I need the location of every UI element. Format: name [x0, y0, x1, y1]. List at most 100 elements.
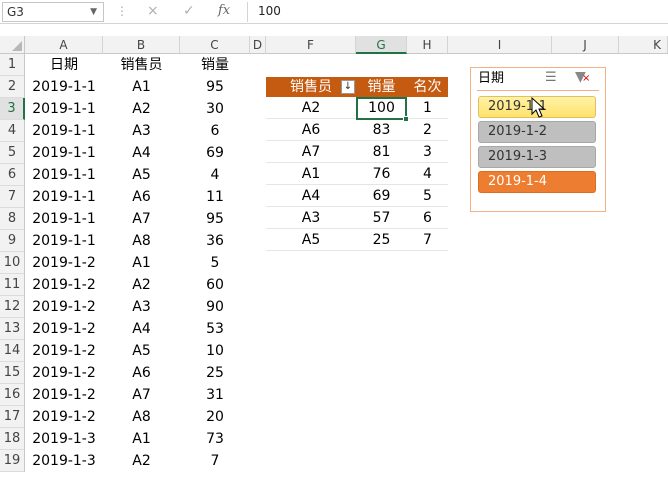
- slicer-item-2019-1-4[interactable]: 2019-1-4: [478, 171, 596, 193]
- active-cell-g3[interactable]: [356, 97, 407, 120]
- sort-filter-icon[interactable]: ↓: [341, 80, 355, 94]
- pivot-cell-sales[interactable]: 57: [356, 207, 407, 229]
- column-header-h[interactable]: H: [407, 36, 448, 54]
- source-cell-date[interactable]: 2019-1-1: [25, 142, 103, 164]
- source-cell-date[interactable]: 2019-1-2: [25, 340, 103, 362]
- pivot-cell-salesperson[interactable]: A5: [266, 229, 356, 251]
- source-cell-salesperson[interactable]: A6: [103, 362, 180, 384]
- source-cell-salesperson[interactable]: A7: [103, 384, 180, 406]
- row-header-3[interactable]: 3: [0, 98, 25, 120]
- pivot-cell-sales[interactable]: 69: [356, 185, 407, 207]
- pivot-cell-sales[interactable]: 81: [356, 141, 407, 163]
- source-cell-date[interactable]: 2019-1-2: [25, 296, 103, 318]
- row-header-14[interactable]: 14: [0, 340, 25, 362]
- source-cell-sales[interactable]: 95: [180, 208, 250, 230]
- source-cell-salesperson[interactable]: A6: [103, 186, 180, 208]
- row-header-2[interactable]: 2: [0, 76, 25, 98]
- select-all-corner[interactable]: [0, 36, 25, 54]
- pivot-cell-salesperson[interactable]: A7: [266, 141, 356, 163]
- source-cell-date[interactable]: 2019-1-2: [25, 274, 103, 296]
- source-cell-salesperson[interactable]: A3: [103, 296, 180, 318]
- slicer-item-2019-1-3[interactable]: 2019-1-3: [478, 146, 596, 168]
- source-cell-date[interactable]: 2019-1-1: [25, 120, 103, 142]
- enter-icon[interactable]: ✓: [183, 3, 195, 19]
- source-cell-sales[interactable]: 36: [180, 230, 250, 252]
- source-cell-salesperson[interactable]: A2: [103, 274, 180, 296]
- source-cell-sales[interactable]: 90: [180, 296, 250, 318]
- column-header-i[interactable]: I: [448, 36, 552, 54]
- source-cell-date[interactable]: 2019-1-2: [25, 384, 103, 406]
- pivot-cell-sales[interactable]: 25: [356, 229, 407, 251]
- source-cell-sales[interactable]: 60: [180, 274, 250, 296]
- source-cell-salesperson[interactable]: A4: [103, 142, 180, 164]
- column-header-j[interactable]: J: [552, 36, 619, 54]
- multi-select-icon[interactable]: ☰: [545, 70, 557, 85]
- row-header-19[interactable]: 19: [0, 450, 25, 472]
- pivot-cell-salesperson[interactable]: A3: [266, 207, 356, 229]
- pivot-cell-rank[interactable]: 5: [407, 185, 448, 207]
- column-header-k[interactable]: K: [619, 36, 668, 54]
- source-cell-salesperson[interactable]: A8: [103, 230, 180, 252]
- source-cell-date[interactable]: 2019-1-2: [25, 406, 103, 428]
- column-header-b[interactable]: B: [103, 36, 180, 54]
- source-cell-sales[interactable]: 53: [180, 318, 250, 340]
- row-header-17[interactable]: 17: [0, 406, 25, 428]
- pivot-cell-rank[interactable]: 1: [407, 97, 448, 119]
- source-cell-sales[interactable]: 7: [180, 450, 250, 472]
- row-header-10[interactable]: 10: [0, 252, 25, 274]
- column-header-c[interactable]: C: [180, 36, 250, 54]
- source-cell-salesperson[interactable]: A4: [103, 318, 180, 340]
- source-cell-date[interactable]: 2019-1-2: [25, 252, 103, 274]
- column-header-f[interactable]: F: [266, 36, 356, 54]
- pivot-cell-rank[interactable]: 4: [407, 163, 448, 185]
- source-cell-date[interactable]: 2019-1-2: [25, 318, 103, 340]
- row-header-7[interactable]: 7: [0, 186, 25, 208]
- source-cell-sales[interactable]: 95: [180, 76, 250, 98]
- pivot-cell-rank[interactable]: 7: [407, 229, 448, 251]
- source-cell-date[interactable]: 2019-1-3: [25, 450, 103, 472]
- source-cell-date[interactable]: 2019-1-3: [25, 428, 103, 450]
- source-cell-salesperson[interactable]: A5: [103, 164, 180, 186]
- row-header-6[interactable]: 6: [0, 164, 25, 186]
- pivot-cell-rank[interactable]: 2: [407, 119, 448, 141]
- source-cell-sales[interactable]: 20: [180, 406, 250, 428]
- source-cell-sales[interactable]: 73: [180, 428, 250, 450]
- pivot-cell-salesperson[interactable]: A6: [266, 119, 356, 141]
- source-cell-date[interactable]: 2019-1-1: [25, 186, 103, 208]
- row-header-1[interactable]: 1: [0, 54, 25, 76]
- pivot-cell-sales[interactable]: 76: [356, 163, 407, 185]
- source-cell-salesperson[interactable]: A1: [103, 76, 180, 98]
- slicer-item-2019-1-2[interactable]: 2019-1-2: [478, 121, 596, 143]
- column-header-g[interactable]: G: [356, 36, 407, 54]
- row-header-5[interactable]: 5: [0, 142, 25, 164]
- name-box[interactable]: G3 ▼: [2, 2, 104, 22]
- row-header-4[interactable]: 4: [0, 120, 25, 142]
- source-cell-salesperson[interactable]: A2: [103, 450, 180, 472]
- source-cell-date[interactable]: 2019-1-1: [25, 98, 103, 120]
- source-cell-sales[interactable]: 30: [180, 98, 250, 120]
- source-cell-sales[interactable]: 4: [180, 164, 250, 186]
- source-cell-sales[interactable]: 25: [180, 362, 250, 384]
- source-cell-sales[interactable]: 69: [180, 142, 250, 164]
- source-cell-date[interactable]: 2019-1-1: [25, 208, 103, 230]
- column-header-a[interactable]: A: [25, 36, 103, 54]
- source-cell-date[interactable]: 2019-1-1: [25, 230, 103, 252]
- formula-input[interactable]: 100: [258, 4, 281, 18]
- chevron-down-icon[interactable]: ▼: [90, 3, 97, 21]
- pivot-cell-salesperson[interactable]: A1: [266, 163, 356, 185]
- source-cell-sales[interactable]: 31: [180, 384, 250, 406]
- row-header-8[interactable]: 8: [0, 208, 25, 230]
- row-header-16[interactable]: 16: [0, 384, 25, 406]
- row-header-15[interactable]: 15: [0, 362, 25, 384]
- source-cell-sales[interactable]: 6: [180, 120, 250, 142]
- source-cell-salesperson[interactable]: A7: [103, 208, 180, 230]
- fill-handle[interactable]: [403, 116, 409, 122]
- row-header-12[interactable]: 12: [0, 296, 25, 318]
- pivot-cell-sales[interactable]: 83: [356, 119, 407, 141]
- clear-filter-icon[interactable]: ▼: [575, 69, 590, 85]
- source-cell-salesperson[interactable]: A3: [103, 120, 180, 142]
- source-cell-sales[interactable]: 11: [180, 186, 250, 208]
- pivot-cell-salesperson[interactable]: A4: [266, 185, 356, 207]
- row-header-18[interactable]: 18: [0, 428, 25, 450]
- cancel-icon[interactable]: ×: [147, 3, 159, 19]
